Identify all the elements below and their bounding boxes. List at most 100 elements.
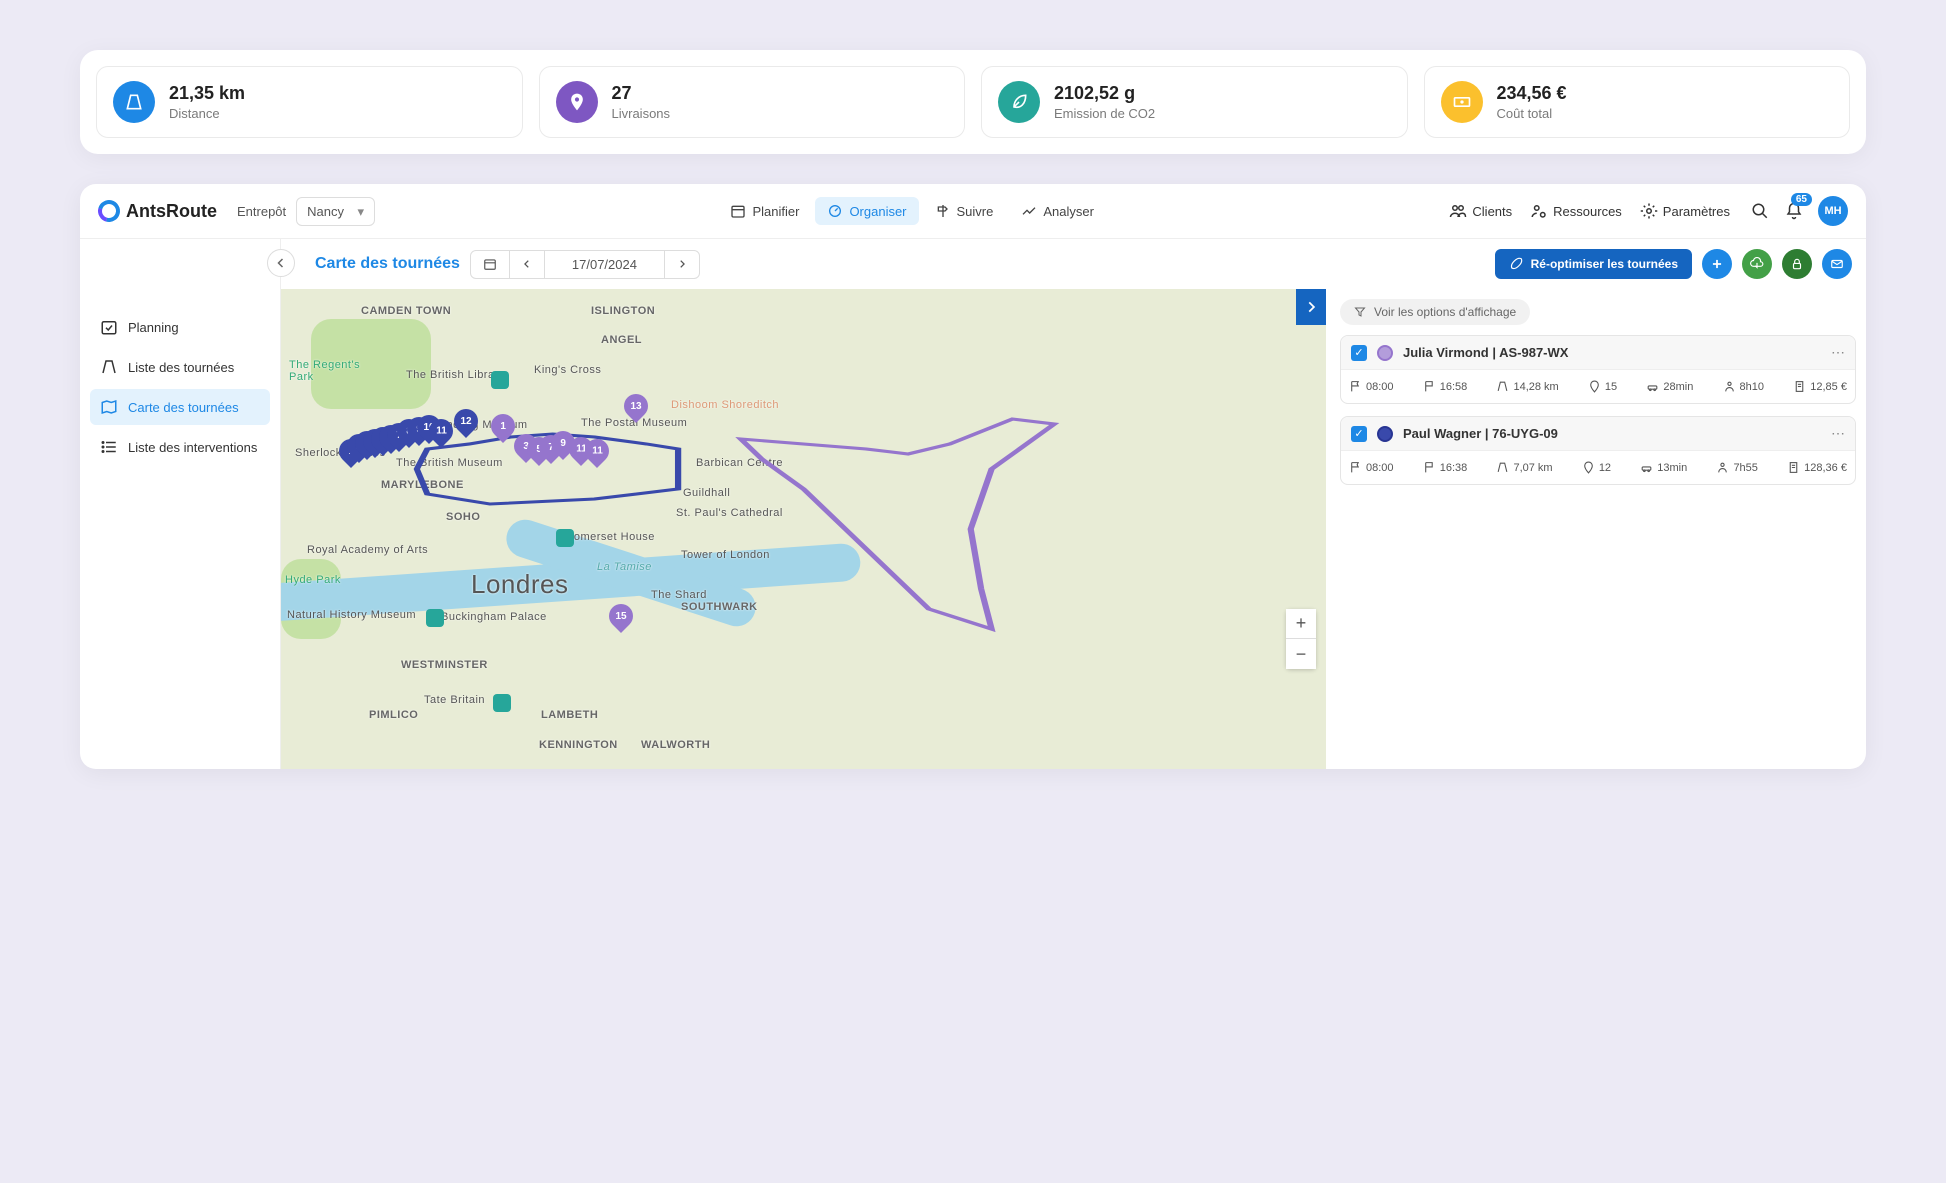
map-pin[interactable]: 13: [624, 394, 648, 424]
route-more-button[interactable]: ⋯: [1831, 425, 1845, 442]
stat-stops: 15: [1588, 380, 1617, 393]
notification-badge: 65: [1791, 193, 1812, 206]
map-pin[interactable]: 1: [491, 414, 515, 444]
map-pin[interactable]: 12: [454, 409, 478, 439]
mail-icon: [1830, 257, 1844, 271]
route-checkbox[interactable]: ✓: [1351, 426, 1367, 442]
sidebar-item-interventions[interactable]: Liste des interventions: [90, 429, 270, 465]
add-button[interactable]: [1702, 249, 1732, 279]
map-pin[interactable]: 11: [585, 439, 609, 469]
tab-planifier[interactable]: Planifier: [718, 197, 811, 225]
stat-avg: 13min: [1640, 461, 1687, 474]
download-button[interactable]: [1742, 249, 1772, 279]
header: AntsRoute Entrepôt Nancy Planifier Organ…: [80, 184, 1866, 239]
sidebar-item-carte-tournees[interactable]: Carte des tournées: [90, 389, 270, 425]
calendar-check-icon: [100, 318, 118, 336]
top-links: Clients Ressources Paramètres: [1449, 202, 1730, 220]
chevron-left-icon: [522, 259, 532, 269]
lock-icon: [1790, 257, 1804, 271]
card-deliveries: 27 Livraisons: [539, 66, 966, 138]
zoom-in-button[interactable]: +: [1286, 609, 1316, 639]
car-icon: [1646, 380, 1659, 393]
entrepot-select[interactable]: Nancy: [296, 197, 375, 226]
stat-distance: 7,07 km: [1496, 461, 1552, 474]
lock-button[interactable]: [1782, 249, 1812, 279]
chevron-left-icon: [275, 257, 287, 269]
date-value[interactable]: 17/07/2024: [545, 251, 665, 278]
tab-suivre[interactable]: Suivre: [923, 197, 1006, 225]
chart-icon: [1021, 203, 1037, 219]
zoom-out-button[interactable]: −: [1286, 639, 1316, 669]
link-ressources[interactable]: Ressources: [1530, 202, 1622, 220]
sidebar-item-liste-tournees[interactable]: Liste des tournées: [90, 349, 270, 385]
display-options-button[interactable]: Voir les options d'affichage: [1340, 299, 1530, 325]
logo[interactable]: AntsRoute: [98, 200, 217, 222]
calendar-open-button[interactable]: [471, 251, 510, 278]
card-deliveries-label: Livraisons: [612, 106, 671, 121]
date-navigator: 17/07/2024: [470, 250, 700, 279]
reoptimize-button[interactable]: Ré-optimiser les tournées: [1495, 249, 1692, 279]
road-icon: [113, 81, 155, 123]
stat-duration: 7h55: [1716, 461, 1757, 474]
date-prev-button[interactable]: [510, 251, 545, 278]
stat-start: 08:00: [1349, 461, 1394, 474]
person-icon: [1723, 380, 1736, 393]
tab-analyser[interactable]: Analyser: [1009, 197, 1106, 225]
route-name: Julia Virmond | AS-987-WX: [1403, 345, 1821, 360]
toolbar: Carte des tournées 17/07/2024: [281, 239, 1866, 289]
car-icon: [1640, 461, 1653, 474]
entrepot-group: Entrepôt Nancy: [237, 197, 375, 226]
pin-icon: [1582, 461, 1595, 474]
map-pin[interactable]: 15: [609, 604, 633, 634]
tab-organiser[interactable]: Organiser: [815, 197, 918, 225]
route-checkbox[interactable]: ✓: [1351, 345, 1367, 361]
route-card: ✓ Julia Virmond | AS-987-WX ⋯ 08:00 16:5…: [1340, 335, 1856, 404]
checkered-flag-icon: [1423, 380, 1436, 393]
filter-icon: [1354, 306, 1366, 318]
pin-icon: [1588, 380, 1601, 393]
card-co2-label: Emission de CO2: [1054, 106, 1155, 121]
stat-distance: 14,28 km: [1496, 380, 1558, 393]
route-more-button[interactable]: ⋯: [1831, 344, 1845, 361]
stat-start: 08:00: [1349, 380, 1394, 393]
card-co2-value: 2102,52 g: [1054, 83, 1155, 104]
flag-icon: [1349, 461, 1362, 474]
header-right: 65 MH: [1750, 196, 1848, 226]
link-clients[interactable]: Clients: [1449, 202, 1512, 220]
sidebar-item-planning[interactable]: Planning: [90, 309, 270, 345]
date-next-button[interactable]: [665, 251, 699, 278]
stat-avg: 28min: [1646, 380, 1693, 393]
page-title: Carte des tournées: [315, 255, 460, 273]
card-cost-label: Coût total: [1497, 106, 1567, 121]
logo-text: AntsRoute: [126, 201, 217, 222]
road-icon: [1496, 380, 1509, 393]
card-distance-value: 21,35 km: [169, 83, 245, 104]
main-content: Carte des tournées 17/07/2024: [280, 239, 1866, 769]
users-icon: [1449, 202, 1467, 220]
main-tabs: Planifier Organiser Suivre Analyser: [718, 197, 1105, 225]
gear-icon: [1640, 202, 1658, 220]
route-color-swatch: [1377, 426, 1393, 442]
panel-collapse-button[interactable]: [1296, 289, 1326, 325]
card-cost-value: 234,56 €: [1497, 83, 1567, 104]
search-icon: [1751, 202, 1769, 220]
checkered-flag-icon: [1423, 461, 1436, 474]
notifications-button[interactable]: 65: [1784, 201, 1804, 221]
list-icon: [100, 438, 118, 456]
mail-button[interactable]: [1822, 249, 1852, 279]
receipt-icon: [1793, 380, 1806, 393]
road-list-icon: [100, 358, 118, 376]
summary-cards: 21,35 km Distance 27 Livraisons 2102,52 …: [80, 50, 1866, 154]
chevron-right-icon: [677, 259, 687, 269]
avatar[interactable]: MH: [1818, 196, 1848, 226]
routes-panel: Voir les options d'affichage ✓ Julia Vir…: [1326, 289, 1866, 769]
card-deliveries-value: 27: [612, 83, 671, 104]
back-button[interactable]: [267, 249, 295, 277]
plus-icon: [1710, 257, 1724, 271]
map-icon: [100, 398, 118, 416]
link-parametres[interactable]: Paramètres: [1640, 202, 1730, 220]
map[interactable]: CAMDEN TOWN ISLINGTON ANGEL MARYLEBONE S…: [281, 289, 1326, 769]
search-button[interactable]: [1750, 201, 1770, 221]
map-pin[interactable]: 11: [429, 419, 453, 449]
pin-icon: [556, 81, 598, 123]
